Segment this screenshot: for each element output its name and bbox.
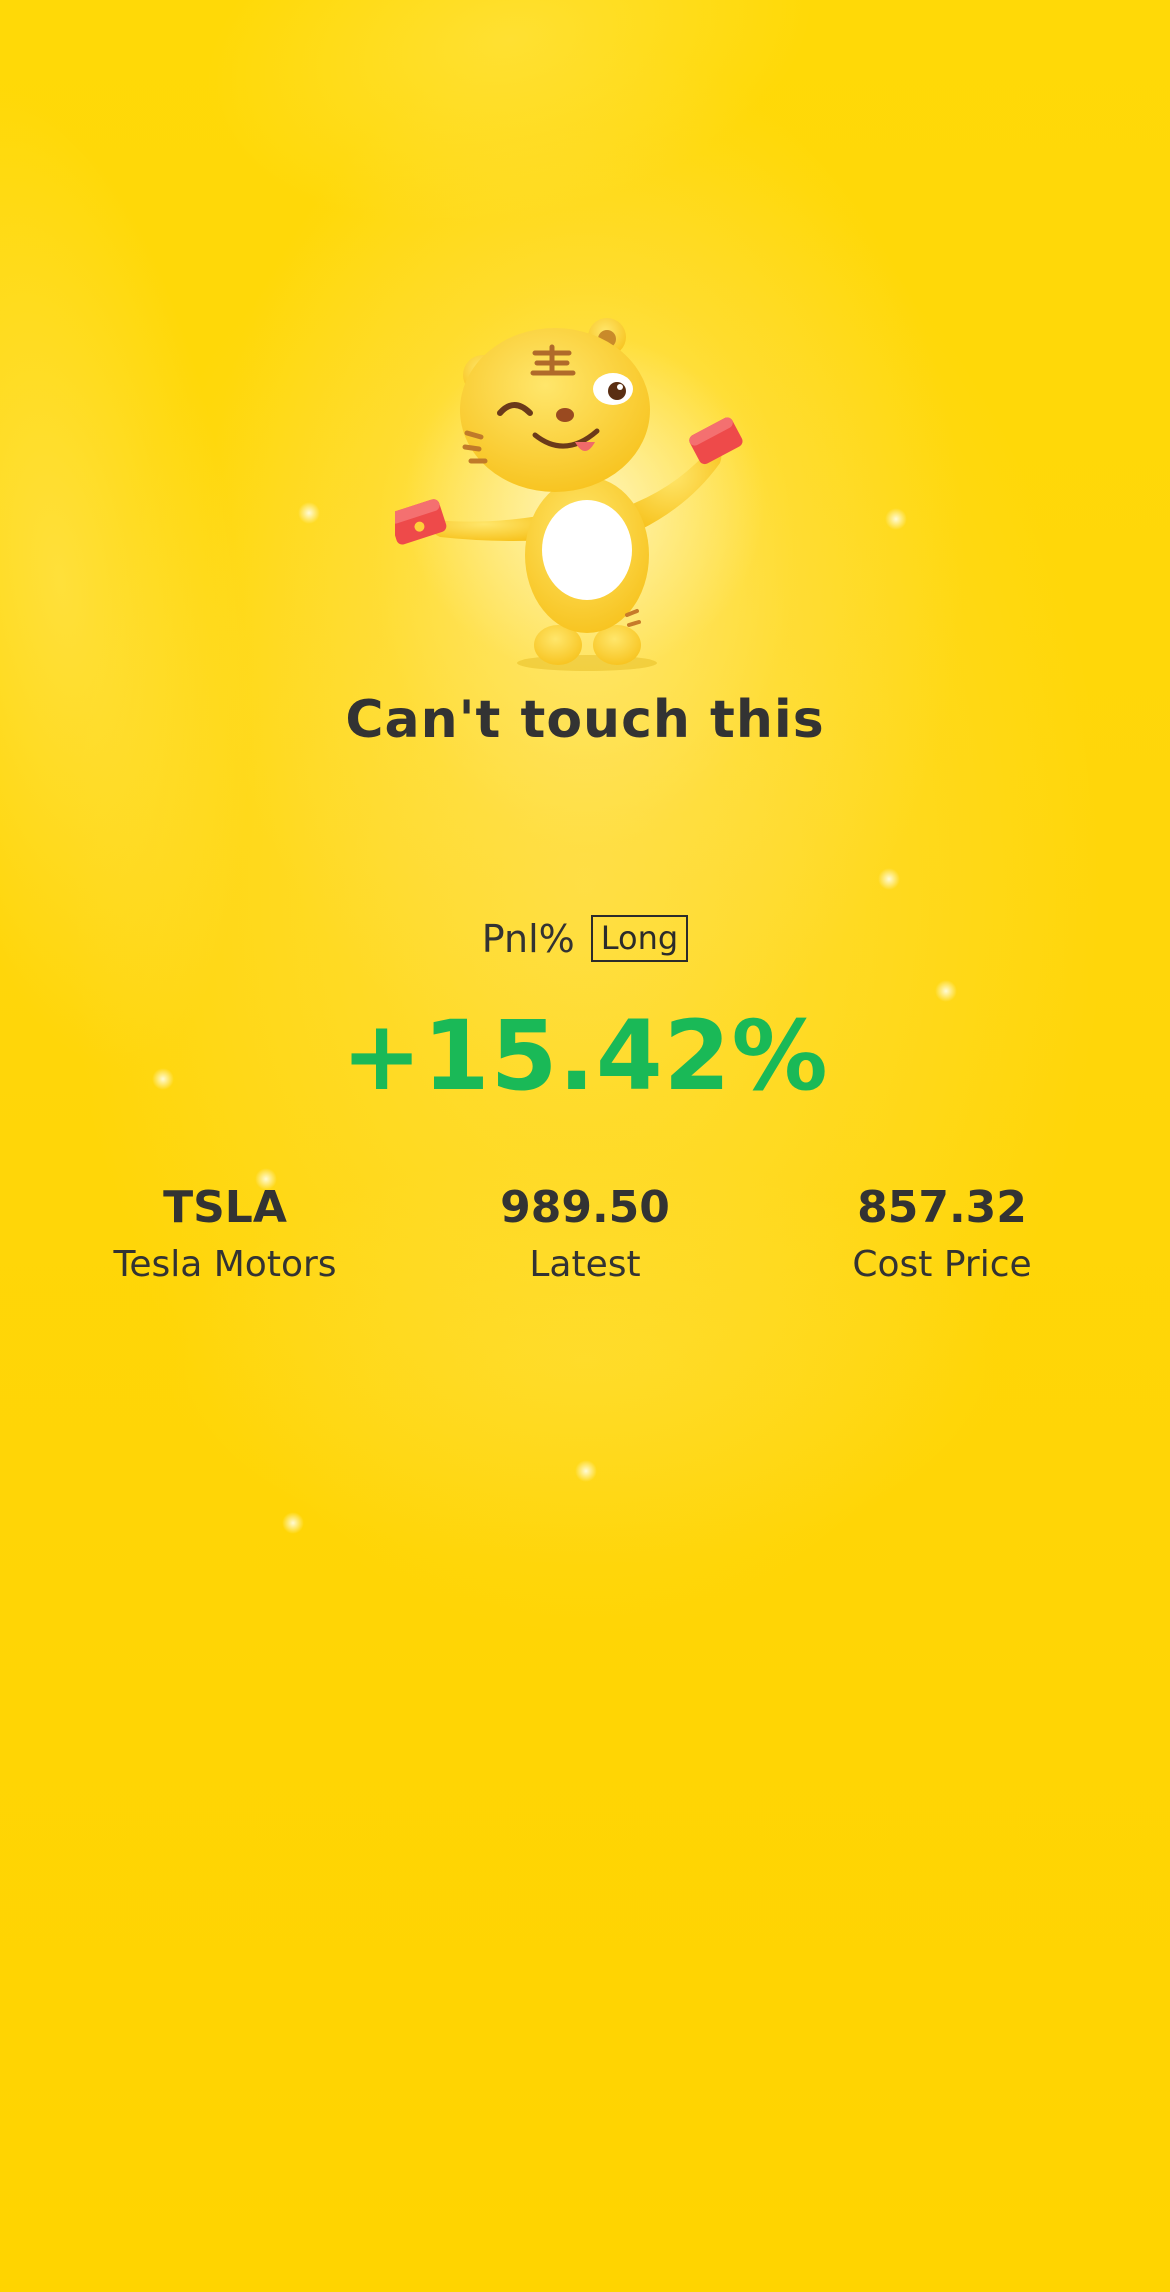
headline: Can't touch this xyxy=(345,690,825,750)
latest-label: Latest xyxy=(529,1244,641,1285)
stat-latest: 989.50 Latest xyxy=(405,1180,765,1294)
pnl-label: Pnl% xyxy=(481,916,575,961)
cost-label: Cost Price xyxy=(852,1244,1032,1285)
tiger-mascot-icon xyxy=(395,318,765,675)
position-stats: TSLA Tesla Motors 989.50 Latest 857.32 C… xyxy=(0,1180,1170,1300)
sparkle-dot xyxy=(935,980,957,1002)
sparkle-dot xyxy=(885,508,907,530)
stock-name: Tesla Motors xyxy=(113,1244,337,1285)
sparkle-dot xyxy=(298,502,320,524)
sparkle-dot xyxy=(878,868,900,890)
stat-cost: 857.32 Cost Price xyxy=(762,1180,1122,1294)
latest-price: 989.50 xyxy=(500,1182,670,1233)
sparkle-dot xyxy=(282,1512,304,1534)
pnl-percentage: +15.42% xyxy=(341,1000,829,1112)
direction-badge: Long xyxy=(590,915,689,963)
stat-symbol: TSLA Tesla Motors xyxy=(45,1180,405,1294)
pnl-header: Pnl% Long xyxy=(0,915,1170,963)
cost-price: 857.32 xyxy=(857,1182,1027,1233)
stock-symbol: TSLA xyxy=(163,1182,287,1233)
sparkle-dot xyxy=(575,1460,597,1482)
background-wisp xyxy=(169,0,851,281)
